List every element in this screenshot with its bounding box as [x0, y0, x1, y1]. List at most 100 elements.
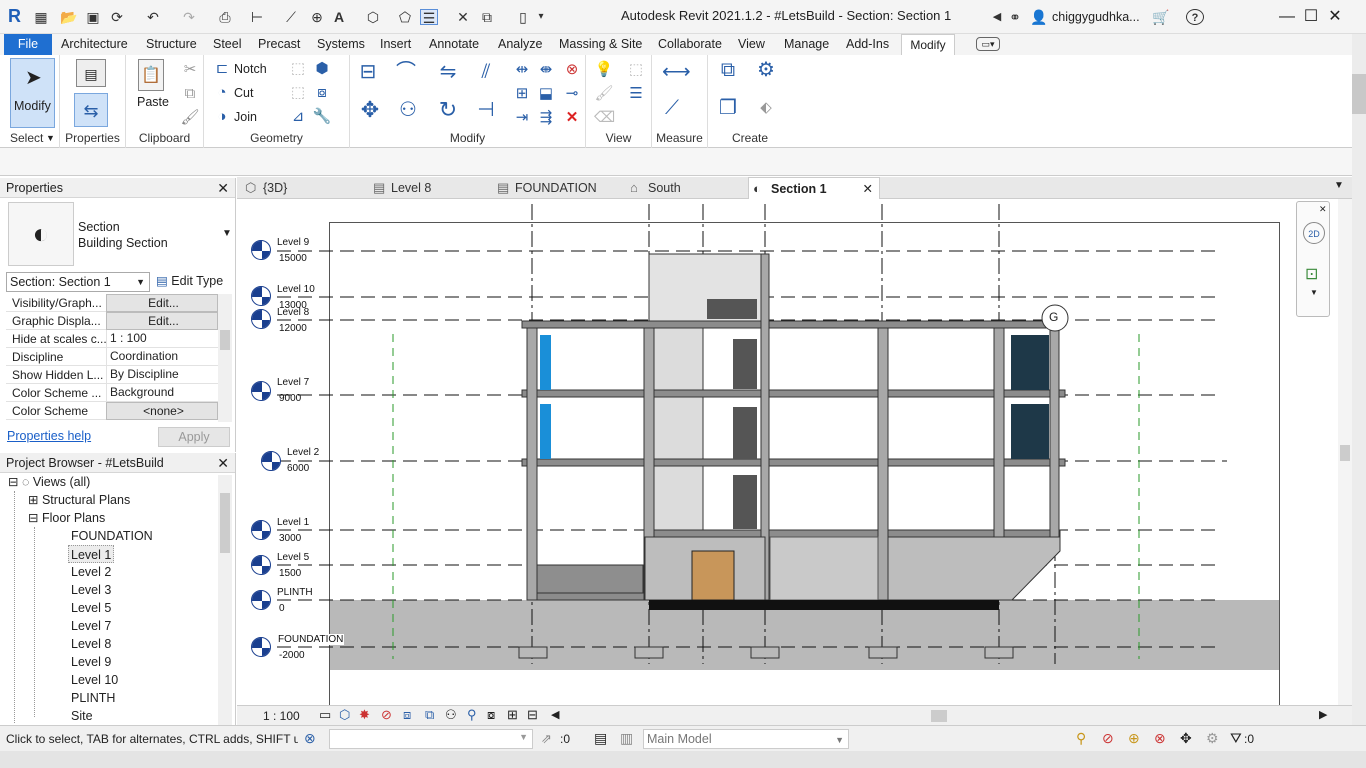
- dropdown-icon[interactable]: ▾: [532, 9, 550, 25]
- paste-icon[interactable]: 📋: [138, 59, 164, 91]
- create-similar-icon[interactable]: ⬖: [756, 99, 776, 117]
- text-icon[interactable]: A: [330, 9, 348, 25]
- crop-region-icon[interactable]: ⧉: [425, 707, 434, 723]
- type-selector[interactable]: ◐ Section Building Section ▼: [6, 200, 234, 270]
- tree-item[interactable]: Level 10: [71, 671, 118, 689]
- tree-item[interactable]: Level 3: [71, 581, 111, 599]
- tab-manage[interactable]: Manage: [780, 35, 833, 54]
- temporary-hide-icon[interactable]: ⚇: [445, 707, 457, 723]
- select-by-face-icon[interactable]: ⊗: [1154, 730, 1166, 747]
- bulb-icon[interactable]: 💡: [594, 61, 614, 79]
- crop-view-icon[interactable]: ⧈: [403, 707, 411, 723]
- view-tab[interactable]: ▤ FOUNDATION: [493, 177, 617, 199]
- chevron-down-icon[interactable]: ▼: [222, 228, 232, 239]
- sync-icon[interactable]: ⟳: [108, 9, 126, 25]
- extend-icon[interactable]: ⇥: [512, 109, 532, 127]
- level-head-icon[interactable]: [251, 520, 271, 540]
- tab-insert[interactable]: Insert: [376, 35, 415, 54]
- tree-item[interactable]: Level 8: [71, 635, 111, 653]
- customize-icon[interactable]: ▯: [514, 9, 532, 25]
- prop-value[interactable]: Coordination: [106, 348, 218, 366]
- tree-item[interactable]: PLINTH: [71, 689, 115, 707]
- view-tab[interactable]: ▤ Level 8: [369, 177, 489, 199]
- binoculars-icon[interactable]: ⚭: [1006, 9, 1024, 25]
- notch-icon[interactable]: ⊏: [212, 60, 232, 78]
- save-icon[interactable]: ▣: [84, 9, 102, 25]
- cut-geometry-icon[interactable]: ◔: [212, 84, 232, 102]
- chevron-right-icon[interactable]: ▶: [1319, 708, 1327, 721]
- collapse-icon[interactable]: ⊟: [8, 475, 18, 489]
- paint-brush-icon[interactable]: 🖌: [594, 85, 614, 103]
- level-head-icon[interactable]: [251, 240, 271, 260]
- trim-multiple-icon[interactable]: ⇶: [536, 109, 556, 127]
- redo-icon[interactable]: ↷: [180, 9, 198, 25]
- level-head-icon[interactable]: [251, 590, 271, 610]
- copy-element-icon[interactable]: ⚇: [398, 100, 418, 120]
- minimize-icon[interactable]: —: [1276, 6, 1298, 28]
- mirror-draw-icon[interactable]: ⫽: [476, 62, 496, 82]
- tab-add-ins[interactable]: Add-Ins: [842, 35, 893, 54]
- tree-views[interactable]: ⊟ ◌ Views (all): [8, 473, 90, 491]
- file-tab[interactable]: File: [4, 34, 52, 55]
- analytical-icon[interactable]: ⊞: [507, 707, 518, 723]
- tree-item[interactable]: Level 7: [71, 617, 111, 635]
- tab-architecture[interactable]: Architecture: [57, 35, 132, 54]
- tree-item[interactable]: Level 9: [71, 653, 111, 671]
- override-icon[interactable]: ⬚: [626, 61, 646, 79]
- prop-edit-button[interactable]: <none>: [106, 402, 218, 420]
- visual-style-icon[interactable]: ⬡: [339, 707, 350, 723]
- notch-button[interactable]: Notch: [234, 62, 267, 76]
- join-icon[interactable]: ◑: [212, 108, 232, 126]
- tab-structure[interactable]: Structure: [142, 35, 201, 54]
- worksharing-icon[interactable]: ⧇: [487, 707, 495, 723]
- view-tab-active[interactable]: ◐ Section 1 ✕: [748, 177, 880, 199]
- align-icon[interactable]: ⊟: [358, 62, 378, 82]
- pin-icon[interactable]: ⊸: [562, 85, 582, 103]
- aligned-dimension-icon[interactable]: ⟋: [662, 98, 682, 118]
- properties-help-link[interactable]: Properties help: [7, 429, 91, 443]
- switch-windows-icon[interactable]: ⧉: [478, 9, 496, 25]
- view-tab[interactable]: ⌂ South: [626, 177, 746, 199]
- close-icon[interactable]: ✕: [1319, 204, 1327, 215]
- tab-view[interactable]: View: [734, 35, 769, 54]
- level-head-icon[interactable]: [251, 286, 271, 306]
- view-scale[interactable]: 1 : 100: [263, 709, 300, 723]
- select-links-icon[interactable]: ⚲: [1076, 730, 1086, 747]
- properties-button[interactable]: ⇆: [74, 93, 108, 127]
- trim-icon[interactable]: ⊣: [476, 100, 496, 120]
- wall-joins-icon[interactable]: ⬚: [288, 60, 308, 78]
- home-icon[interactable]: ▦: [32, 9, 50, 25]
- delete-pin-icon[interactable]: ⊗: [562, 61, 582, 79]
- close-icon[interactable]: ✕: [217, 453, 229, 473]
- thin-lines-icon[interactable]: ☰: [420, 9, 438, 26]
- revit-logo[interactable]: R: [8, 6, 21, 27]
- tree-item[interactable]: Level 2: [71, 563, 111, 581]
- level-head-icon[interactable]: [251, 637, 271, 657]
- linework-icon[interactable]: ☰: [626, 85, 646, 103]
- join-button[interactable]: Join: [234, 110, 257, 124]
- horizontal-scrollbar[interactable]: [565, 710, 1321, 722]
- worksets-icon[interactable]: ⊗: [304, 730, 316, 747]
- close-hidden-icon[interactable]: ✕: [454, 9, 472, 25]
- rotate-icon[interactable]: ↻: [438, 99, 458, 121]
- expand-icon[interactable]: ⊞: [28, 493, 38, 507]
- cut-icon[interactable]: ✂: [180, 61, 200, 79]
- select-underlay-icon[interactable]: ⊘: [1102, 730, 1114, 747]
- create-parts-icon[interactable]: ⚙: [756, 60, 776, 80]
- edit-requests-icon[interactable]: ⇗: [541, 731, 552, 747]
- match-icon[interactable]: 🖌: [180, 109, 200, 127]
- demolish-icon[interactable]: ⧇: [312, 84, 332, 102]
- sun-path-icon[interactable]: ✸: [359, 707, 370, 723]
- detail-level-icon[interactable]: ▭: [319, 707, 331, 723]
- wrench-icon[interactable]: 🔧: [312, 108, 332, 126]
- section-qat-icon[interactable]: ⬠: [396, 9, 414, 25]
- measure-icon[interactable]: ⊢: [248, 9, 266, 25]
- copy-icon[interactable]: ⧉: [180, 85, 200, 103]
- zoom-icon[interactable]: ⊡: [1305, 264, 1318, 284]
- drag-elements-icon[interactable]: ✥: [1180, 730, 1192, 747]
- 3d-icon[interactable]: ⬡: [364, 9, 382, 25]
- eraser-icon[interactable]: ⌫: [594, 109, 615, 127]
- open-icon[interactable]: 📂: [60, 9, 78, 25]
- array-icon[interactable]: ⊞: [512, 85, 532, 103]
- props-scrollbar[interactable]: [218, 294, 232, 422]
